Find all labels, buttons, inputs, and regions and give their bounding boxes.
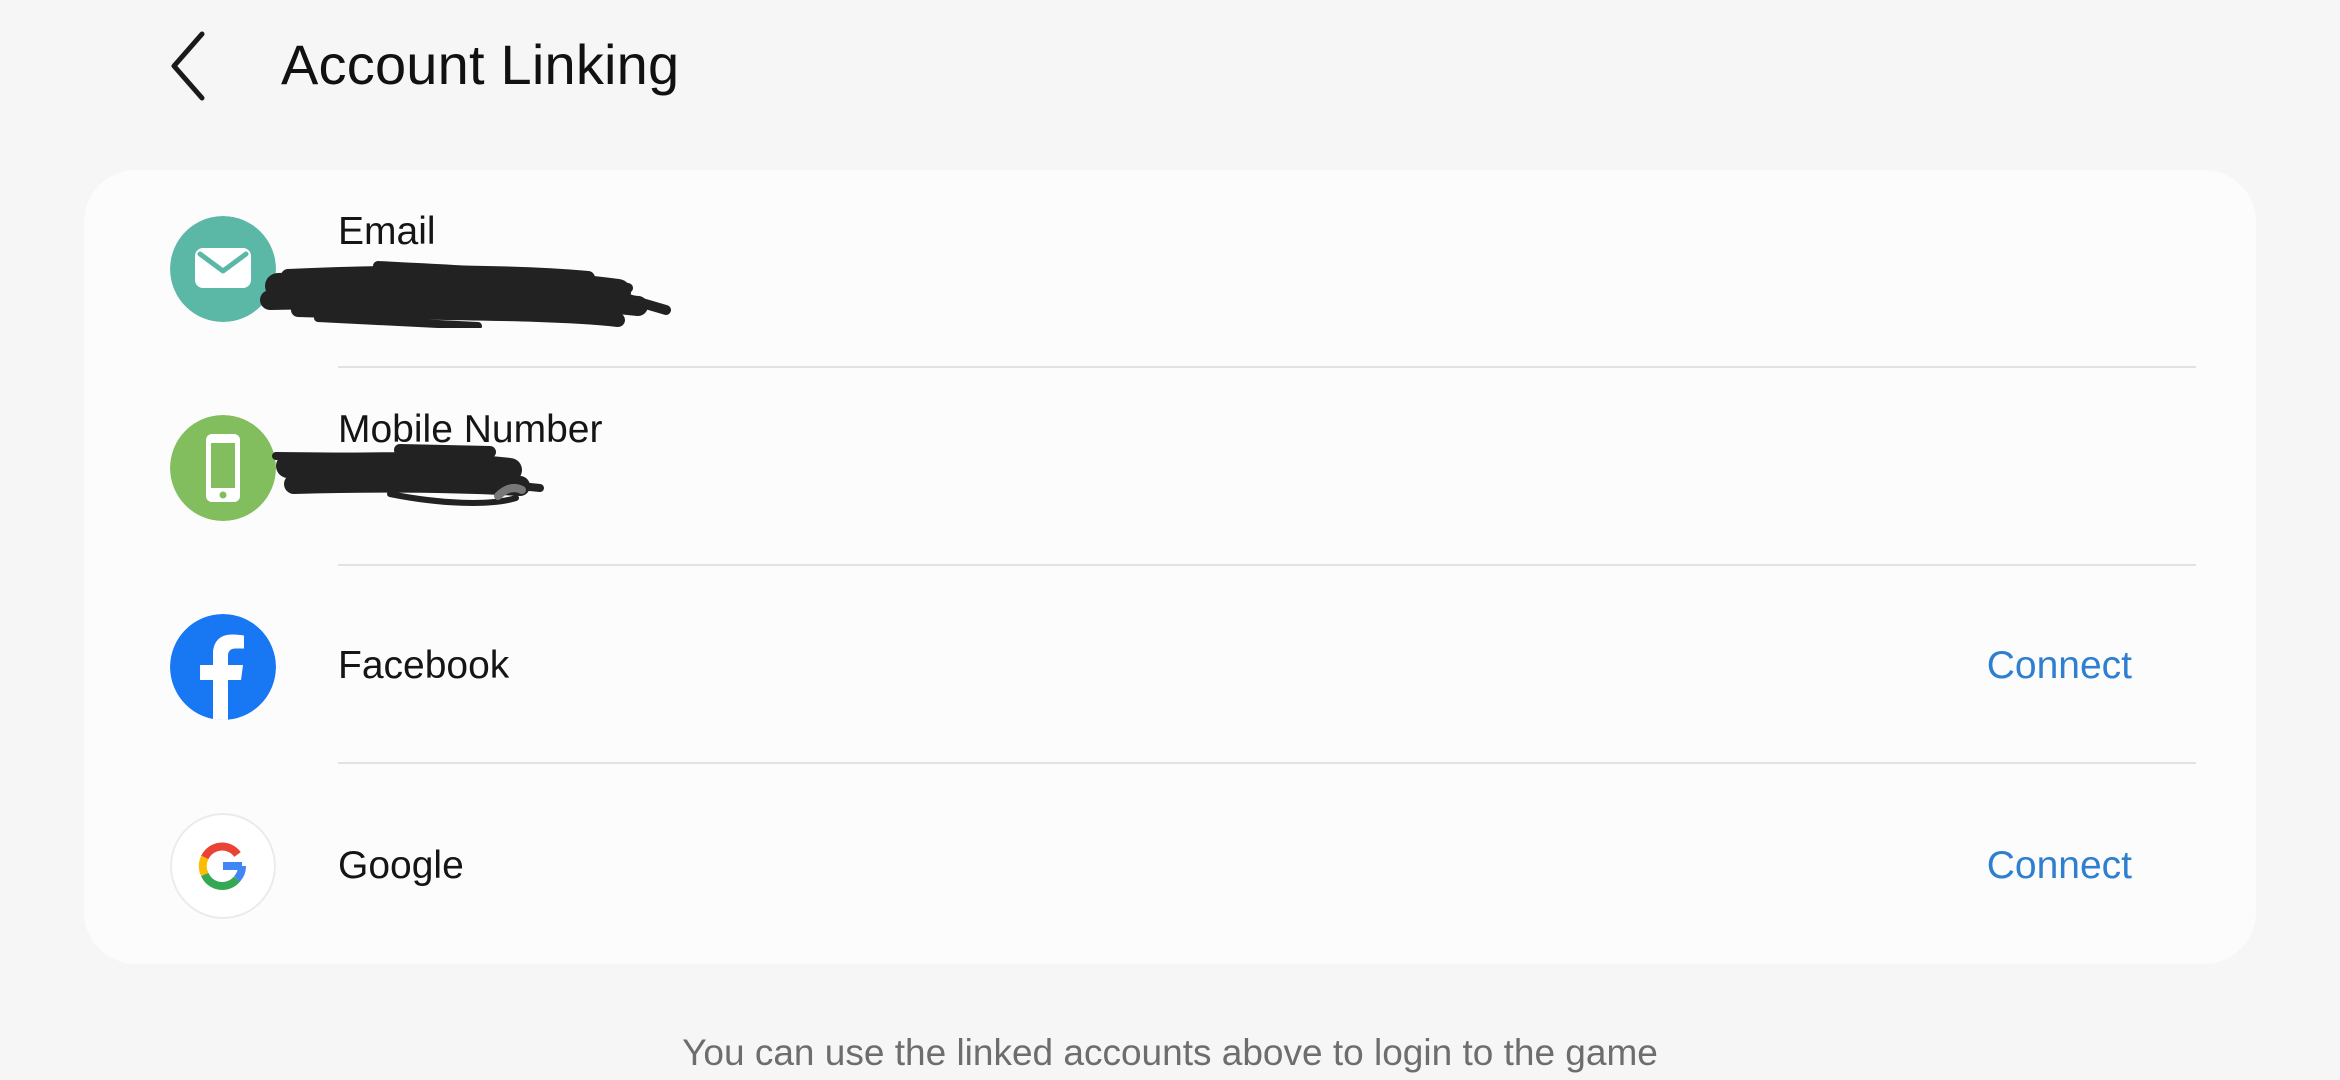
back-button[interactable]: [160, 28, 220, 104]
facebook-icon: [170, 614, 276, 720]
redacted-email-value: [260, 261, 671, 328]
page-title: Account Linking: [281, 33, 680, 96]
account-row-email[interactable]: Email: [84, 170, 2256, 368]
envelope-icon: [170, 216, 276, 322]
linked-accounts-note: You can use the linked accounts above to…: [682, 1032, 1658, 1073]
smartphone-icon: [170, 415, 276, 521]
account-row-google[interactable]: Google Connect: [84, 764, 2256, 962]
account-label-mobile: Mobile Number: [338, 408, 603, 451]
account-label-email: Email: [338, 210, 436, 253]
account-label-google: Google: [338, 844, 464, 887]
facebook-connect-button[interactable]: Connect: [1987, 642, 2132, 690]
linked-accounts-card: Email Mobile Number Facebook Connect Goo…: [84, 170, 2256, 964]
account-label-facebook: Facebook: [338, 644, 510, 687]
chevron-left-icon: [171, 31, 205, 101]
account-row-mobile[interactable]: Mobile Number: [84, 368, 2256, 566]
google-icon: [170, 813, 276, 919]
app-header: Account Linking: [0, 0, 2340, 140]
account-row-facebook[interactable]: Facebook Connect: [84, 566, 2256, 764]
google-connect-button[interactable]: Connect: [1987, 842, 2132, 890]
